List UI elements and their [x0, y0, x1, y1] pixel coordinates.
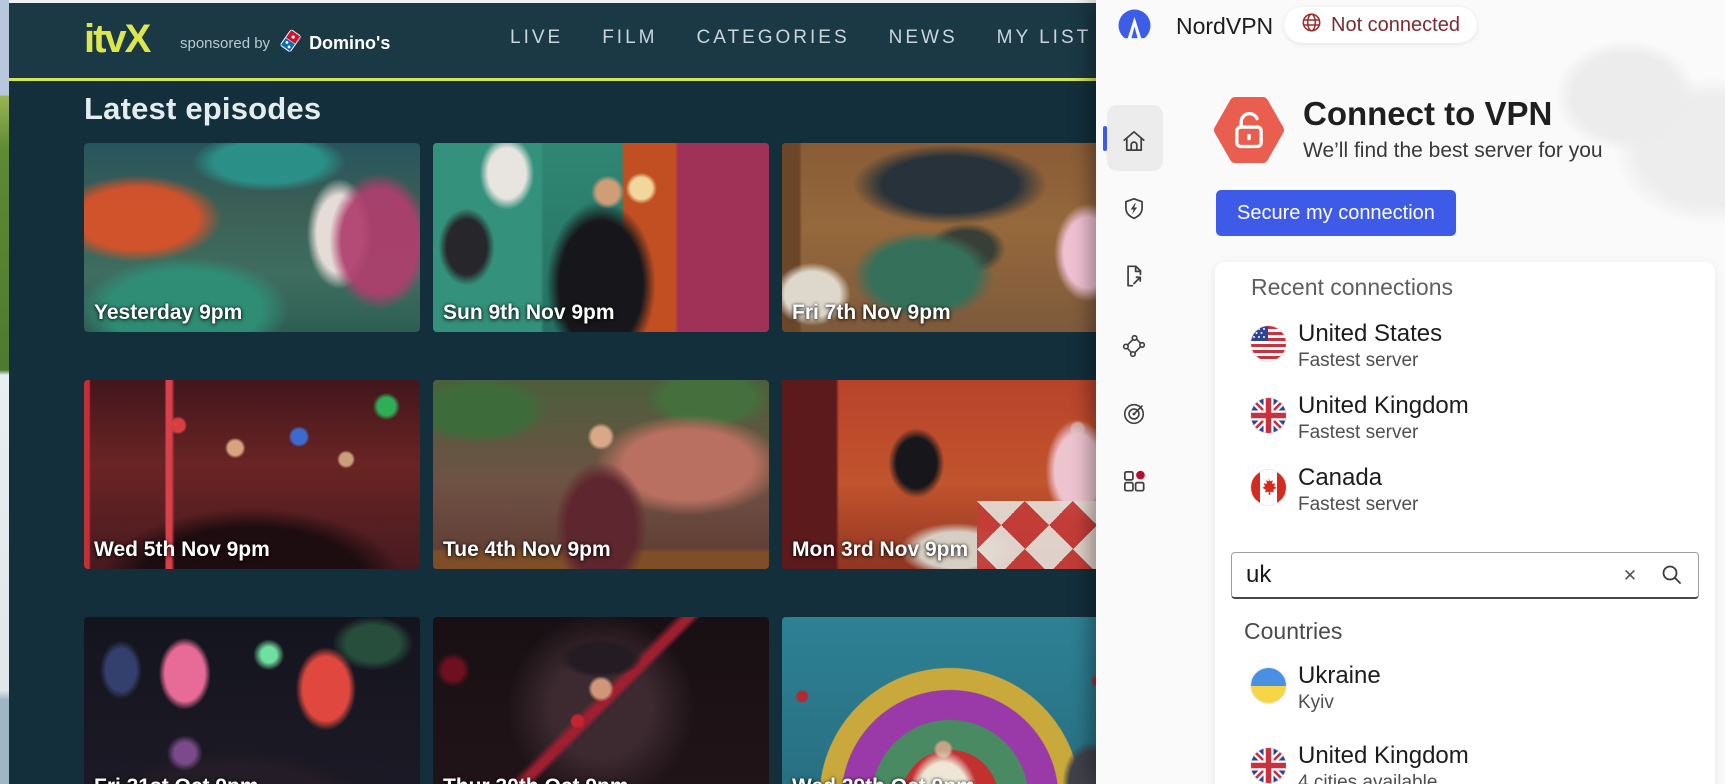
status-text: Not connected — [1331, 13, 1460, 36]
episode-label: Wed 29th Oct 9pm — [792, 775, 975, 784]
sidebar-item-extras[interactable] — [1120, 467, 1148, 495]
countries-header: Countries — [1244, 618, 1343, 644]
home-icon — [1123, 130, 1145, 152]
itvx-logo[interactable]: itvX — [84, 17, 151, 62]
uk-flag-icon — [1251, 398, 1286, 433]
cities-subtitle: 4 cities available — [1298, 772, 1438, 784]
episode-label: Yesterday 9pm — [94, 301, 243, 324]
hero-title: Connect to VPN — [1303, 95, 1553, 132]
itvx-nav: LIVE FILM CATEGORIES NEWS MY LIST — [510, 27, 1091, 49]
nordvpn-panel: NordVPN Not connected Connect to VPN We’… — [1096, 0, 1725, 784]
hero-subtitle: We’ll find the best server for you — [1303, 139, 1603, 162]
episode-card[interactable]: Wed 5th Nov 9pm — [84, 380, 420, 569]
extras-grid-icon — [1123, 470, 1145, 492]
desktop-edge-strip — [0, 0, 9, 784]
dominos-logo-icon — [279, 29, 303, 58]
active-indicator — [1103, 126, 1107, 151]
sidebar-item-threat-protection[interactable] — [1120, 195, 1148, 223]
accent-line — [9, 78, 1096, 81]
episode-card[interactable]: Sun 9th Nov 9pm — [433, 143, 769, 332]
sidebar-item-file-share[interactable] — [1120, 262, 1148, 290]
episode-card[interactable]: Thur 30th Oct 9pm — [433, 617, 769, 784]
city-subtitle: Kyiv — [1298, 692, 1334, 713]
itvx-header: itvX sponsored by Domino's LIVE FILM CAT… — [9, 3, 1096, 78]
us-flag-icon — [1251, 326, 1286, 361]
dominos-name: Domino's — [309, 33, 391, 53]
secure-connection-button[interactable]: Secure my connection — [1216, 190, 1456, 236]
episode-label: Sun 9th Nov 9pm — [443, 301, 615, 324]
notification-dot — [1136, 470, 1145, 480]
episode-card[interactable]: Fri 31st Oct 9pm — [84, 617, 420, 784]
checkered-floor-art — [976, 500, 1096, 569]
recent-connections-header: Recent connections — [1251, 274, 1454, 300]
nav-film[interactable]: FILM — [602, 27, 657, 49]
app-name: NordVPN — [1176, 13, 1274, 39]
sponsor-block: sponsored by Domino's — [180, 29, 390, 58]
uk-flag-icon — [1251, 748, 1286, 783]
nordvpn-logo-icon — [1118, 9, 1151, 43]
connection-row-united-kingdom[interactable]: United Kingdom Fastest server — [1215, 392, 1715, 458]
screen: itvX sponsored by Domino's LIVE FILM CAT… — [0, 0, 1725, 784]
nav-live[interactable]: LIVE — [510, 27, 563, 49]
country-name: United Kingdom — [1298, 392, 1469, 419]
itvx-site: itvX sponsored by Domino's LIVE FILM CAT… — [9, 0, 1096, 784]
sidebar-item-meshnet[interactable] — [1120, 332, 1148, 360]
episode-thumbnail — [433, 617, 769, 784]
nav-news[interactable]: NEWS — [889, 27, 958, 49]
ukraine-flag-icon — [1251, 668, 1286, 703]
country-name: Ukraine — [1298, 662, 1381, 689]
sidebar-item-home[interactable] — [1120, 127, 1148, 155]
dominos-sponsor-link[interactable]: Domino's — [279, 29, 390, 58]
country-name: United States — [1298, 320, 1443, 347]
sidebar-item-dedicated-ip[interactable] — [1120, 400, 1148, 428]
file-share-icon — [1127, 265, 1142, 287]
country-name: Canada — [1298, 464, 1383, 491]
episode-label: Fri 31st Oct 9pm — [94, 775, 259, 784]
nav-my-list[interactable]: MY LIST — [997, 27, 1092, 49]
episode-card[interactable]: Mon 3rd Nov 9pm — [782, 380, 1096, 569]
server-subtitle: Fastest server — [1298, 494, 1419, 515]
country-name: United Kingdom — [1298, 742, 1469, 769]
episode-card[interactable]: Tue 4th Nov 9pm — [433, 380, 769, 569]
connection-row-canada[interactable]: Canada Fastest server — [1215, 464, 1715, 530]
shield-bolt-icon — [1125, 197, 1143, 220]
nav-categories[interactable]: CATEGORIES — [696, 27, 849, 49]
connection-row-united-states[interactable]: United States Fastest server — [1215, 320, 1715, 386]
episode-label: Thur 30th Oct 9pm — [443, 775, 629, 784]
clear-search-button[interactable]: ✕ — [1618, 564, 1642, 588]
globe-icon — [1301, 12, 1322, 38]
section-title: Latest episodes — [84, 91, 322, 126]
episode-thumbnail — [84, 617, 420, 784]
search-icon[interactable] — [1658, 562, 1686, 590]
nordvpn-sidebar — [1096, 50, 1171, 784]
status-badge: Not connected — [1284, 7, 1477, 43]
connection-row-ukraine[interactable]: Ukraine Kyiv — [1215, 662, 1715, 728]
sponsored-by-label: sponsored by — [180, 35, 271, 52]
dedicated-ip-target-icon — [1123, 403, 1145, 425]
episode-thumbnail — [782, 617, 1096, 784]
episode-card[interactable]: Fri 7th Nov 9pm — [782, 143, 1096, 332]
episode-card[interactable]: Wed 29th Oct 9pm — [782, 617, 1096, 784]
server-subtitle: Fastest server — [1298, 350, 1419, 371]
canada-flag-icon — [1251, 470, 1286, 505]
unprotected-lock-icon — [1212, 95, 1286, 165]
episode-label: Wed 5th Nov 9pm — [94, 538, 270, 561]
episode-card[interactable]: Yesterday 9pm — [84, 143, 420, 332]
search-box: ✕ — [1231, 552, 1699, 599]
server-subtitle: Fastest server — [1298, 422, 1419, 443]
connections-card: Recent connections United States Fastest… — [1215, 262, 1715, 784]
episode-label: Fri 7th Nov 9pm — [792, 301, 951, 324]
meshnet-nodes-icon — [1122, 334, 1146, 358]
episode-label: Tue 4th Nov 9pm — [443, 538, 611, 561]
connection-row-united-kingdom-result[interactable]: United Kingdom 4 cities available — [1215, 742, 1715, 784]
episode-label: Mon 3rd Nov 9pm — [792, 538, 969, 561]
